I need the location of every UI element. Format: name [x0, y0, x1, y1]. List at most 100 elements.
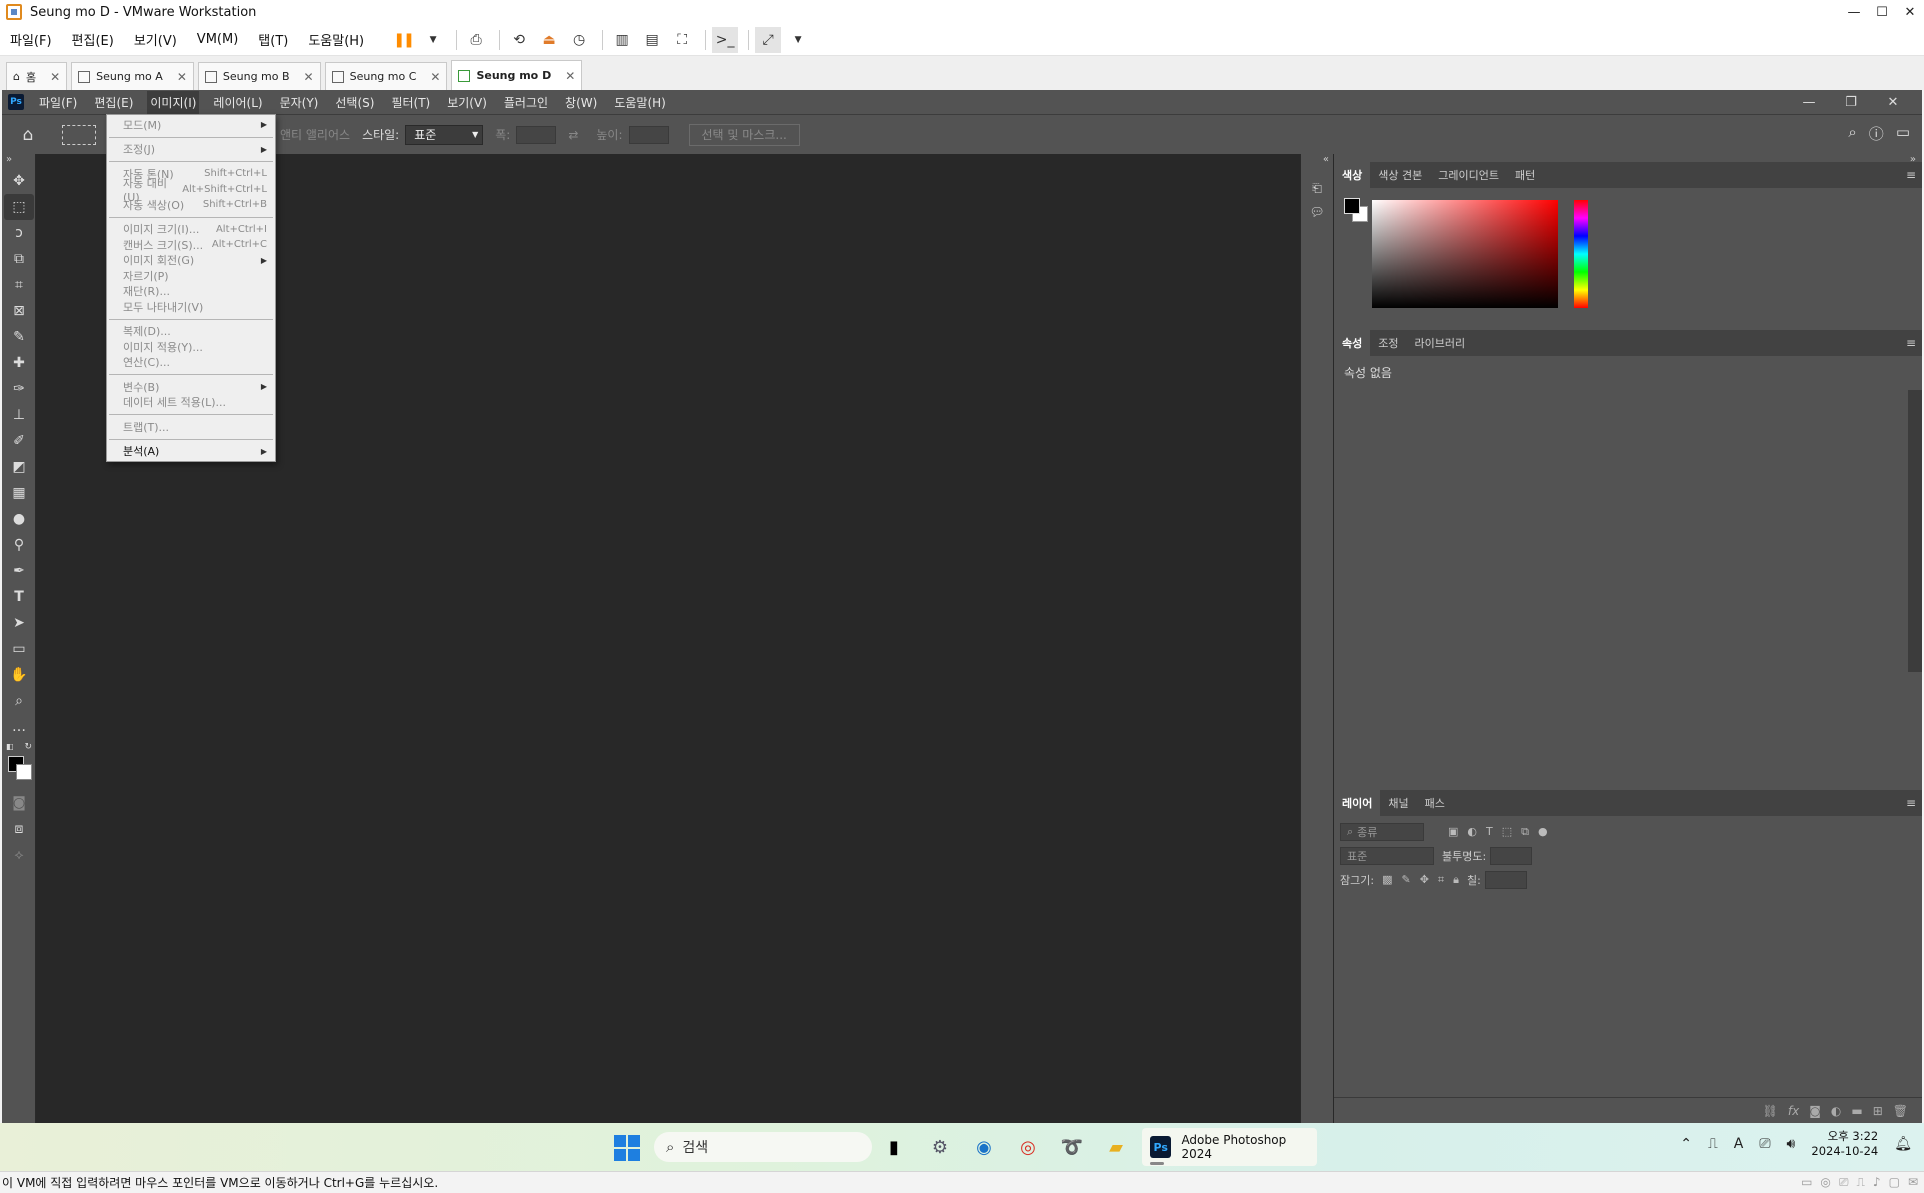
tab-gradients[interactable]: 그레이디언트 [1430, 162, 1507, 188]
panel-menu-icon[interactable]: ≡ [1906, 168, 1916, 182]
swap-colors-icon[interactable]: ↻ [24, 742, 32, 752]
add-mask-icon[interactable]: ◙ [1809, 1104, 1821, 1118]
vm-menu-tabs[interactable]: 탭(T) [258, 30, 288, 49]
snapshot-icon[interactable]: ⟲ [506, 27, 532, 53]
minimize-button[interactable]: — [1840, 0, 1868, 24]
fg-bg-swatch[interactable]: ◧ ↻ [4, 740, 34, 790]
menu-item-adjustments[interactable]: 조정(J) ▶ [107, 142, 275, 158]
type-tool-icon[interactable]: T [4, 584, 34, 610]
rect-marquee-tool-icon[interactable]: ⬚ [4, 194, 34, 220]
ps-menu-layer[interactable]: 레이어(L) [210, 91, 265, 114]
library-view-icon[interactable]: ▥ [609, 27, 635, 53]
path-select-tool-icon[interactable]: ➤ [4, 610, 34, 636]
ps-menu-plugins[interactable]: 플러그인 [501, 91, 551, 114]
ps-menu-image[interactable]: 이미지(I) [147, 90, 200, 114]
eraser-tool-icon[interactable]: ◩ [4, 454, 34, 480]
gradient-tool-icon[interactable]: ▦ [4, 480, 34, 506]
taskbar-clock[interactable]: 오후 3:22 2024-10-24 [1811, 1129, 1878, 1159]
lock-position-icon[interactable]: ✥ [1420, 873, 1429, 887]
object-select-tool-icon[interactable]: ⧉ [4, 246, 34, 272]
pixel-filter-icon[interactable]: ▣ [1448, 825, 1458, 839]
lock-transparency-icon[interactable]: ▩ [1382, 873, 1392, 887]
panel-menu-icon[interactable]: ≡ [1906, 336, 1916, 350]
vm-menu-vm[interactable]: VM(M) [197, 32, 238, 47]
rect-marquee-preset-icon[interactable] [62, 124, 96, 145]
menu-item-image-rotation[interactable]: 이미지 회전(G) ▶ [107, 253, 275, 269]
pause-dropdown-icon[interactable]: ▼ [420, 27, 446, 53]
height-input[interactable] [628, 125, 669, 144]
notification-bell-icon[interactable]: 🔔︎ [1894, 1136, 1912, 1152]
move-tool-icon[interactable]: ✥ [4, 168, 34, 194]
windows-start-icon[interactable] [614, 1135, 640, 1161]
more-tools-icon[interactable]: … [4, 714, 34, 740]
layer-kind-filter[interactable]: ⌕ 종류 [1340, 823, 1424, 841]
help-icon[interactable]: ⓘ [1869, 123, 1884, 144]
new-layer-icon[interactable]: ⊞ [1873, 1104, 1883, 1118]
menu-item-variables[interactable]: 변수(B) ▶ [107, 379, 275, 395]
hdd-icon[interactable]: ▭ [1801, 1175, 1812, 1190]
input-method-icon[interactable]: A [1734, 1136, 1744, 1152]
vm-menu-edit[interactable]: 편집(E) [72, 30, 114, 49]
eyedropper-tool-icon[interactable]: ✎ [4, 324, 34, 350]
tab-seung-mo-b[interactable]: Seung mo B ✕ [197, 62, 321, 90]
tab-seung-mo-a[interactable]: Seung mo A ✕ [71, 62, 194, 90]
close-icon[interactable]: ✕ [565, 69, 575, 83]
file-explorer-icon[interactable]: ▰ [1102, 1133, 1130, 1161]
style-select[interactable]: 표준 ▼ [405, 124, 484, 145]
stretch-guest-icon[interactable]: ⤢ [755, 26, 782, 53]
network-icon[interactable]: ⎚ [1759, 1136, 1770, 1152]
menu-item-auto-color[interactable]: 자동 색상(O) Shift+Ctrl+B [107, 197, 275, 213]
usb-icon[interactable]: ⎍ [1857, 1175, 1865, 1190]
foreground-color-swatch[interactable] [1344, 198, 1360, 214]
lock-all-icon[interactable]: 🔒︎ [1453, 873, 1459, 887]
usb-icon[interactable]: ⎍ [1708, 1136, 1718, 1152]
snapshot-manager-icon[interactable]: ◷ [566, 27, 592, 53]
healing-brush-tool-icon[interactable]: ✚ [4, 350, 34, 376]
vm-menu-help[interactable]: 도움말(H) [308, 30, 364, 49]
filter-toggle-icon[interactable]: ● [1538, 825, 1548, 839]
dodge-tool-icon[interactable]: ⚲ [4, 532, 34, 558]
tab-seung-mo-c[interactable]: Seung mo C ✕ [324, 62, 448, 90]
lock-image-icon[interactable]: ✎ [1401, 873, 1410, 887]
ps-menu-select[interactable]: 선택(S) [332, 91, 377, 114]
ps-menu-filter[interactable]: 필터(T) [388, 91, 433, 114]
lock-artboard-icon[interactable]: ⌗ [1438, 873, 1444, 887]
tab-patterns[interactable]: 패턴 [1507, 162, 1543, 188]
new-group-icon[interactable]: ▬ [1851, 1104, 1862, 1118]
display-icon[interactable]: ▢ [1889, 1175, 1900, 1190]
blend-mode-select[interactable]: 표준 [1340, 847, 1434, 865]
menu-item-duplicate[interactable]: 복제(D)... [107, 324, 275, 340]
menu-item-crop[interactable]: 자르기(P) [107, 268, 275, 284]
pen-tool-icon[interactable]: ✒ [4, 558, 34, 584]
history-brush-tool-icon[interactable]: ✐ [4, 428, 34, 454]
hue-slider[interactable] [1574, 200, 1588, 308]
tab-home[interactable]: ⌂ 홈 ✕ [6, 62, 68, 90]
type-filter-icon[interactable]: T [1486, 825, 1493, 839]
revert-snapshot-icon[interactable]: ⏏ [536, 27, 562, 53]
link-layers-icon[interactable]: ⛓ [1763, 1104, 1778, 1118]
settings-icon[interactable]: ⚙ [926, 1133, 954, 1161]
chevron-up-icon[interactable]: ⌃ [1680, 1136, 1692, 1152]
thumbnail-view-icon[interactable]: ▤ [639, 27, 665, 53]
menu-item-reveal-all[interactable]: 모두 나타내기(V) [107, 299, 275, 315]
maximize-button[interactable]: ☐ [1868, 0, 1896, 24]
rectangle-tool-icon[interactable]: ▭ [4, 636, 34, 662]
tab-seung-mo-d[interactable]: Seung mo D ✕ [451, 60, 583, 90]
generative-fill-icon[interactable]: ⟡ [4, 842, 34, 868]
opacity-input[interactable] [1490, 847, 1533, 865]
pause-icon[interactable]: ❚❚ [390, 27, 416, 53]
ps-close-button[interactable]: ✕ [1872, 90, 1914, 114]
console-view-icon[interactable]: >_ [712, 26, 739, 53]
menu-item-apply-data-set[interactable]: 데이터 세트 적용(L)... [107, 395, 275, 411]
tab-swatches[interactable]: 색상 견본 [1370, 162, 1430, 188]
zoom-tool-icon[interactable]: ⌕ [4, 688, 34, 714]
taskbar-photoshop-button[interactable]: Ps Adobe Photoshop 2024 [1142, 1128, 1317, 1166]
task-view-icon[interactable]: ▮ [880, 1133, 908, 1161]
ps-menu-file[interactable]: 파일(F) [36, 91, 80, 114]
menu-item-auto-contrast[interactable]: 자동 대비(U) Alt+Shift+Ctrl+L [107, 177, 275, 204]
default-colors-icon[interactable]: ◧ [6, 742, 14, 751]
history-icon[interactable]: ⎗ [1303, 176, 1331, 200]
frame-tool-icon[interactable]: ⊠ [4, 298, 34, 324]
select-and-mask-button[interactable]: 선택 및 마스크... [688, 123, 800, 146]
panel-menu-icon[interactable]: ≡ [1906, 796, 1916, 810]
